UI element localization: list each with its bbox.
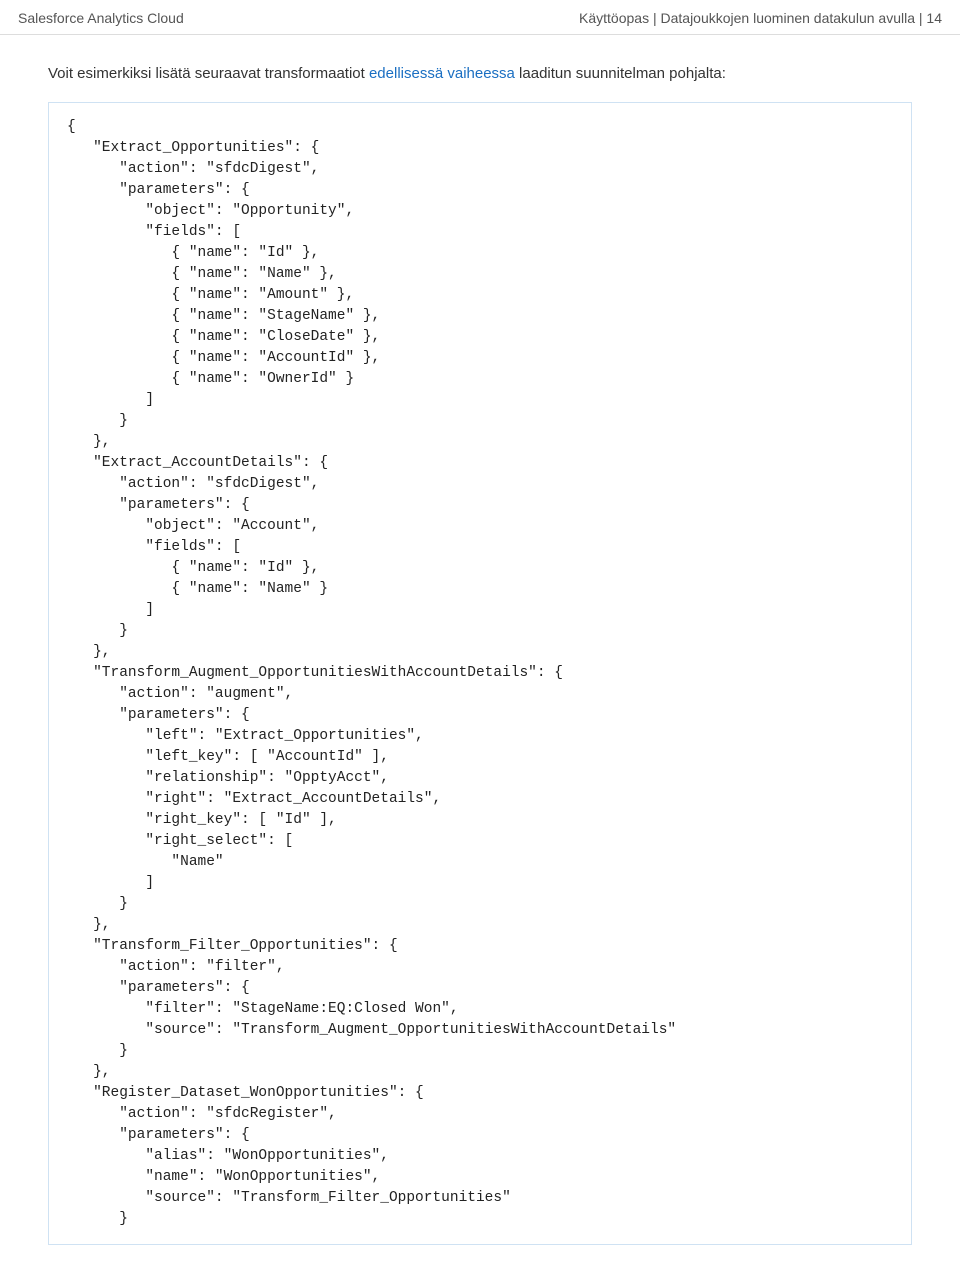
intro-suffix: laaditun suunnitelman pohjalta:	[515, 65, 726, 82]
intro-prefix: Voit esimerkiksi lisätä seuraavat transf…	[48, 65, 369, 82]
code-block: { "Extract_Opportunities": { "action": "…	[48, 102, 912, 1246]
intro-link[interactable]: edellisessä vaiheessa	[369, 65, 515, 82]
page-content: Voit esimerkiksi lisätä seuraavat transf…	[0, 35, 960, 1265]
intro-paragraph: Voit esimerkiksi lisätä seuraavat transf…	[48, 63, 912, 86]
header-right: Käyttöopas | Datajoukkojen luominen data…	[579, 10, 942, 26]
header-left: Salesforce Analytics Cloud	[18, 10, 184, 26]
page-header: Salesforce Analytics Cloud Käyttöopas | …	[0, 0, 960, 35]
